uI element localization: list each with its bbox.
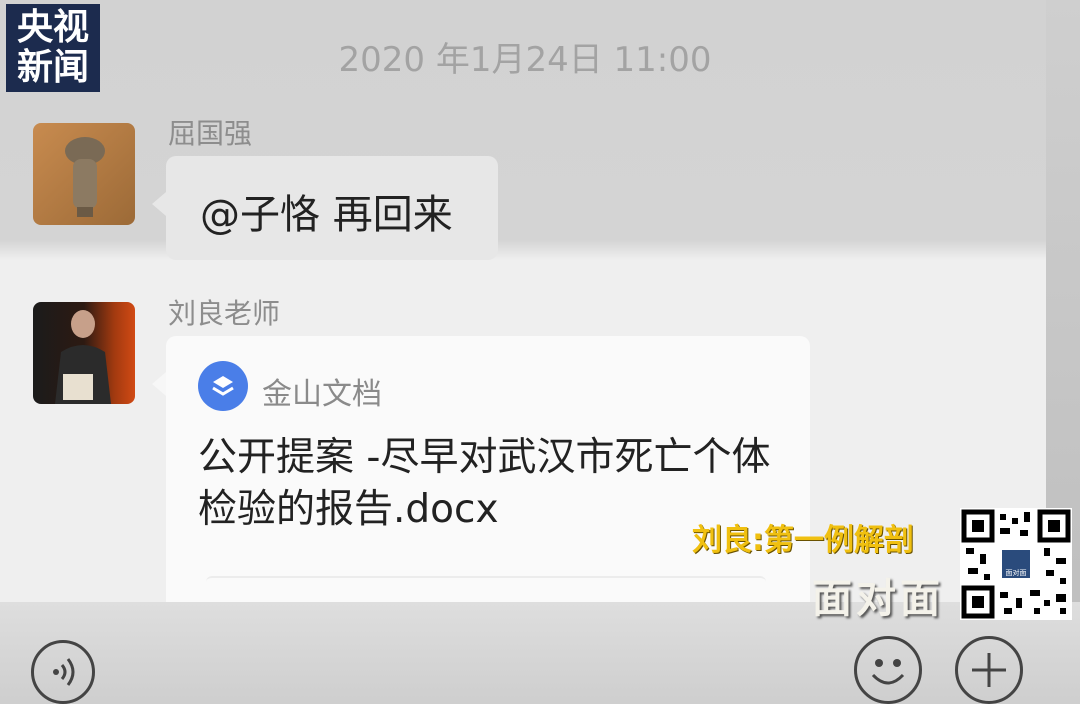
message-bubble[interactable]: @子恪 再回来	[152, 156, 498, 260]
voice-icon[interactable]	[31, 640, 95, 704]
avatar[interactable]	[33, 302, 135, 404]
file-app-name: 金山文档	[262, 377, 382, 412]
sender-name: 刘良老师	[168, 297, 281, 330]
qr-code: 面对面	[960, 508, 1072, 620]
sender-name: 屈国强	[168, 117, 253, 150]
caption-program: 面对面	[812, 576, 944, 622]
emoji-icon[interactable]	[854, 636, 922, 704]
message-text: @子恪 再回来	[200, 192, 453, 238]
avatar[interactable]	[33, 123, 135, 225]
chat-timestamp: 2020 年1月24日 11:00	[338, 40, 712, 80]
caption-title: 刘良:第一例解剖	[692, 523, 914, 558]
qr-logo: 面对面	[1000, 548, 1032, 580]
file-card[interactable]: 金山文档 公开提案 -尽早对武汉市死亡个体检验的报告.docx	[152, 336, 810, 636]
plus-icon[interactable]	[955, 636, 1023, 704]
kingsoft-docs-icon	[198, 361, 248, 411]
